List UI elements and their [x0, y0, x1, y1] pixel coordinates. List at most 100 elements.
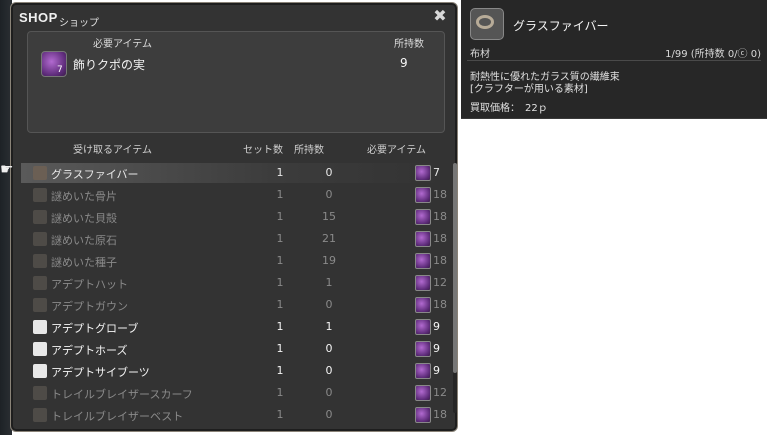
list-row[interactable]: 謎めいた貝殻 1 15 18: [21, 207, 447, 227]
list-row[interactable]: 謎めいた骨片 1 0 18: [21, 185, 447, 205]
column-owned: 所持数: [294, 145, 324, 156]
row-item-name: グラスファイバー: [51, 168, 139, 181]
required-item-icon-qty: 7: [57, 65, 63, 75]
item-icon: [33, 232, 47, 246]
list-row[interactable]: 謎めいた種子 1 19 18: [21, 251, 447, 271]
row-needed: 9: [433, 364, 440, 377]
item-icon: [33, 386, 47, 400]
list-row[interactable]: アデプトグローブ 1 1 9: [21, 317, 441, 337]
list-row[interactable]: トレイルブレイザーベスト 1 0 18: [21, 405, 447, 425]
item-icon: [33, 188, 47, 202]
currency-item-icon: [415, 209, 431, 225]
currency-item-icon: [415, 187, 431, 203]
list-row[interactable]: アデプトサイブーツ 1 0 9: [21, 361, 441, 381]
list-row[interactable]: アデプトホーズ 1 0 9: [21, 339, 441, 359]
row-needed: 18: [433, 232, 447, 245]
row-sets: 1: [276, 364, 284, 377]
column-sets: セット数: [243, 145, 283, 156]
row-needed: 18: [433, 254, 447, 267]
currency-item-icon: [415, 407, 431, 423]
row-item-name: 謎めいた貝殻: [51, 212, 117, 225]
row-item-name: 謎めいた原石: [51, 234, 117, 247]
item-tooltip: グラスファイバー 布材 1/99 (所持数 0/ⓒ 0) 耐熱性に優れたガラス質…: [461, 0, 767, 119]
row-item-name: アデプトハット: [51, 278, 128, 291]
row-item-name: アデプトサイブーツ: [51, 366, 150, 379]
currency-item-icon: [415, 385, 431, 401]
tooltip-stack: 1/99 (所持数 0/ⓒ 0): [665, 49, 761, 60]
required-item-panel: 必要アイテム 所持数: [27, 31, 445, 133]
row-needed: 7: [433, 166, 440, 179]
required-item-icon[interactable]: [41, 51, 67, 77]
row-sets: 1: [276, 166, 284, 179]
list-row[interactable]: トレイルブレイザースカーフ 1 0 12: [21, 383, 447, 403]
item-icon: [33, 364, 47, 378]
row-sets: 1: [276, 386, 284, 399]
window-title: SHOP: [19, 10, 58, 25]
tooltip-divider: [467, 60, 761, 61]
row-sets: 1: [276, 210, 284, 223]
tooltip-price: 22ｐ: [525, 103, 548, 114]
scrollbar-thumb[interactable]: [453, 163, 457, 373]
shop-window: SHOP ショップ ✖ 必要アイテム 所持数 7 飾りクポの実 9 受け取るアイ…: [10, 2, 458, 432]
row-needed: 18: [433, 298, 447, 311]
window-subtitle: ショップ: [59, 18, 99, 29]
required-item-header: 必要アイテム: [93, 39, 152, 50]
currency-item-icon: [415, 341, 431, 357]
row-needed: 18: [433, 408, 447, 421]
currency-item-icon: [415, 253, 431, 269]
column-receive: 受け取るアイテム: [73, 145, 152, 156]
list-row[interactable]: アデプトガウン 1 0 18: [21, 295, 447, 315]
row-sets: 1: [276, 298, 284, 311]
row-item-name: アデプトグローブ: [51, 322, 139, 335]
ring-icon: [476, 15, 494, 29]
row-needed: 12: [433, 386, 447, 399]
item-icon: [33, 254, 47, 268]
row-owned: 1: [325, 320, 333, 333]
row-sets: 1: [276, 276, 284, 289]
row-sets: 1: [276, 320, 284, 333]
row-sets: 1: [276, 254, 284, 267]
row-sets: 1: [276, 232, 284, 245]
required-item-name: 飾りクポの実: [73, 58, 146, 72]
row-sets: 1: [276, 408, 284, 421]
required-owned-header: 所持数: [394, 39, 424, 50]
row-owned: 19: [322, 254, 336, 267]
row-item-name: 謎めいた種子: [51, 256, 117, 269]
tooltip-description-line2: [クラフターが用いる素材]: [470, 84, 588, 95]
list-row[interactable]: グラスファイバー 1 0 7: [21, 163, 441, 183]
row-owned: 0: [325, 166, 333, 179]
required-item-owned: 9: [400, 56, 408, 70]
row-needed: 9: [433, 320, 440, 333]
row-sets: 1: [276, 342, 284, 355]
currency-item-icon: [415, 319, 431, 335]
row-needed: 9: [433, 342, 440, 355]
currency-item-icon: [415, 275, 431, 291]
item-icon: [33, 320, 47, 334]
row-owned: 15: [322, 210, 336, 223]
row-item-name: アデプトガウン: [51, 300, 128, 313]
title-bar: SHOP ショップ ✖: [17, 7, 451, 30]
row-item-name: 謎めいた骨片: [51, 190, 117, 203]
row-needed: 18: [433, 210, 447, 223]
item-icon: [33, 298, 47, 312]
tooltip-item-name: グラスファイバー: [513, 19, 609, 33]
list-column-headers: 受け取るアイテム セット数 所持数 必要アイテム: [21, 141, 451, 157]
row-owned: 0: [325, 342, 333, 355]
row-owned: 0: [325, 188, 333, 201]
row-item-name: アデプトホーズ: [51, 344, 128, 357]
row-needed: 12: [433, 276, 447, 289]
row-owned: 0: [325, 408, 333, 421]
close-icon[interactable]: ✖: [431, 7, 449, 25]
row-item-name: トレイルブレイザースカーフ: [51, 388, 193, 401]
row-owned: 0: [325, 364, 333, 377]
row-needed: 18: [433, 188, 447, 201]
item-icon: [33, 408, 47, 422]
item-icon: [33, 210, 47, 224]
item-icon: [33, 276, 47, 290]
row-owned: 0: [325, 298, 333, 311]
list-row[interactable]: アデプトハット 1 1 12: [21, 273, 447, 293]
row-sets: 1: [276, 188, 284, 201]
list-row[interactable]: 謎めいた原石 1 21 18: [21, 229, 447, 249]
row-item-name: トレイルブレイザーベスト: [51, 410, 184, 423]
tooltip-category: 布材: [470, 49, 490, 60]
